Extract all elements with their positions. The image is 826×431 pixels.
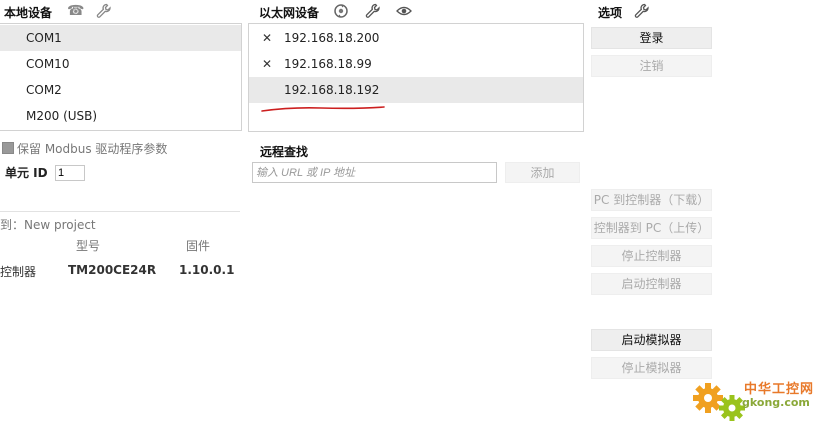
controller-name: 控制器	[0, 265, 37, 279]
keep-modbus-label: 保留 Modbus 驱动程序参数	[17, 142, 168, 156]
gear-icon	[693, 383, 745, 421]
login-button[interactable]: 登录	[591, 27, 712, 49]
header-bar: 本地设备 ☎ 以太网设备 选项	[0, 0, 826, 24]
list-item[interactable]: COM2	[0, 77, 241, 103]
list-item[interactable]: ✕ 192.168.18.200	[249, 25, 583, 51]
eye-icon[interactable]	[396, 4, 412, 18]
controller-to-pc-button[interactable]: 控制器到 PC（上传）	[591, 217, 712, 239]
list-item[interactable]: 192.168.18.192	[249, 77, 583, 103]
wrench-icon[interactable]	[634, 3, 650, 19]
connected-project-label: 到：New project	[0, 218, 96, 232]
wrench-icon[interactable]	[365, 3, 381, 19]
red-underline-annotation	[261, 106, 385, 112]
refresh-icon[interactable]	[333, 3, 349, 19]
watermark-domain: gkong.com	[742, 396, 810, 409]
wrench-icon[interactable]	[96, 3, 112, 19]
logout-button[interactable]: 注销	[591, 55, 712, 77]
ethernet-devices-title: 以太网设备	[259, 6, 320, 20]
list-item[interactable]: COM10	[0, 51, 241, 77]
watermark-logo: 中华工控网 gkong.com	[690, 372, 824, 428]
start-controller-button[interactable]: 启动控制器	[591, 273, 712, 295]
ip-label: 192.168.18.99	[284, 57, 372, 71]
unit-id-input[interactable]	[55, 165, 85, 181]
keep-modbus-checkbox[interactable]	[2, 142, 14, 154]
list-item[interactable]: ✕ 192.168.18.99	[249, 51, 583, 77]
start-simulator-button[interactable]: 启动模拟器	[591, 329, 712, 351]
list-item[interactable]: COM1	[0, 25, 241, 51]
col-firmware-header: 固件	[186, 239, 211, 253]
device-label: COM2	[26, 83, 62, 97]
divider	[0, 211, 240, 212]
device-label: M200 (USB)	[26, 109, 98, 123]
pc-to-controller-button[interactable]: PC 到控制器（下载）	[591, 189, 712, 211]
remote-search-title: 远程查找	[260, 145, 309, 159]
list-item[interactable]: M200 (USB)	[0, 103, 241, 129]
local-device-list[interactable]: COM1 COM10 COM2 M200 (USB)	[0, 23, 242, 131]
ethernet-device-list[interactable]: ✕ 192.168.18.200 ✕ 192.168.18.99 192.168…	[248, 23, 584, 132]
device-label: COM1	[26, 31, 62, 45]
controller-model: TM200CE24R	[68, 263, 157, 277]
unreachable-icon: ✕	[262, 57, 273, 71]
add-button[interactable]: 添加	[505, 162, 580, 183]
device-label: COM10	[26, 57, 70, 71]
col-model-header: 型号	[76, 239, 101, 253]
local-devices-title: 本地设备	[4, 6, 53, 20]
ip-label: 192.168.18.200	[284, 31, 380, 45]
options-title: 选项	[598, 6, 623, 20]
phone-icon[interactable]: ☎	[67, 4, 84, 18]
unreachable-icon: ✕	[262, 31, 273, 45]
watermark-brand: 中华工控网	[744, 382, 815, 397]
remote-address-input[interactable]	[252, 162, 497, 183]
ip-label: 192.168.18.192	[284, 83, 380, 97]
stop-controller-button[interactable]: 停止控制器	[591, 245, 712, 267]
unit-id-label: 单元 ID	[5, 166, 48, 180]
controller-firmware: 1.10.0.1	[179, 263, 235, 277]
